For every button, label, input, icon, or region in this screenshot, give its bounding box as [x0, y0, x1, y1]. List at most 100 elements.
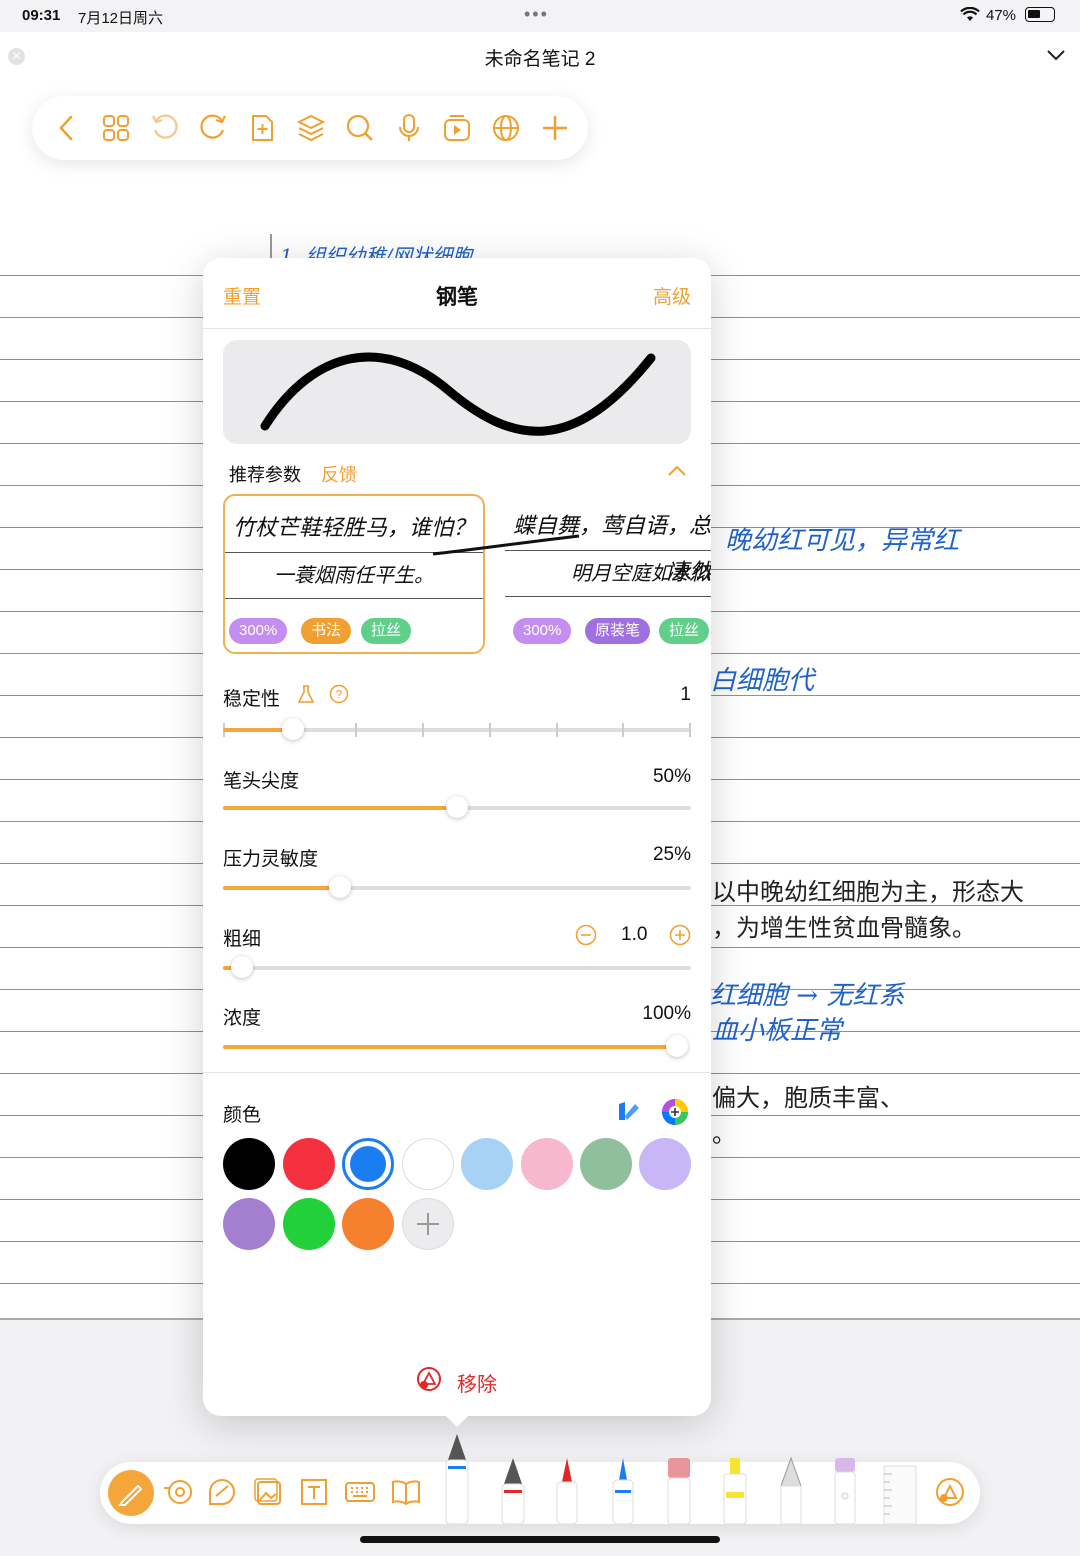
color-wheel-icon[interactable] [661, 1098, 689, 1126]
textbox-icon[interactable] [298, 1476, 330, 1508]
back-icon[interactable] [52, 113, 82, 143]
pressure-value: 25% [652, 844, 691, 865]
top-area [0, 78, 1080, 236]
slider-tick [556, 723, 558, 737]
panel-header: 重置 钢笔 高级 [203, 258, 711, 329]
plus-circle-icon[interactable] [669, 924, 691, 946]
slider-knob[interactable] [446, 796, 468, 818]
slider-tick [422, 723, 424, 737]
undo-icon[interactable] [150, 113, 180, 143]
pressure-label: 压力灵敏度 [223, 849, 319, 870]
slider-fill [223, 806, 457, 810]
color-swatch-red[interactable] [283, 1138, 335, 1190]
stroke-preview [223, 340, 691, 444]
preset-tag: 原装笔 [585, 618, 651, 644]
printed-text: 。 [712, 1121, 736, 1148]
chevron-up-icon[interactable] [667, 464, 687, 478]
slider-tick [489, 723, 491, 737]
preset-tag: 300% [229, 618, 288, 644]
ballpoint-pen-icon[interactable] [496, 1456, 530, 1524]
remove-button[interactable]: 移除 [457, 1368, 497, 1397]
slider-knob[interactable] [666, 1035, 688, 1057]
media-icon[interactable] [442, 113, 472, 143]
slider-fill [223, 1045, 677, 1049]
preset-tag: 书法 [301, 618, 352, 644]
note-toolbar [32, 96, 588, 160]
search-icon[interactable] [345, 113, 375, 143]
plus-icon [417, 1213, 439, 1235]
color-swatch-inner [350, 1146, 386, 1182]
color-swatch-white[interactable] [402, 1138, 454, 1190]
slider-knob[interactable] [230, 956, 253, 978]
advanced-button[interactable]: 高级 [653, 282, 691, 309]
fountain-pen-icon[interactable] [440, 1432, 474, 1524]
color-picker-icon[interactable] [615, 1098, 641, 1124]
handwriting-line: 血小板正常 [712, 1016, 843, 1046]
ruler-icon[interactable] [880, 1456, 920, 1524]
image-icon[interactable] [252, 1476, 284, 1508]
status-bar: 09:31 7月12日周六 ••• 47% [0, 0, 1080, 32]
printed-text: 偏大，胞质丰富、 [712, 1085, 904, 1112]
flask-icon[interactable] [297, 684, 315, 704]
pencil-icon[interactable] [776, 1456, 806, 1524]
pen-tool-button[interactable] [108, 1470, 154, 1516]
slider-tick [689, 723, 691, 737]
color-swatch-pink[interactable] [521, 1138, 573, 1190]
tip-sharpness-label: 笔头尖度 [223, 771, 300, 792]
svg-text:?: ? [336, 688, 343, 702]
pressure-slider[interactable] [223, 876, 691, 898]
printed-text: 以中晚幼红细胞为主，形态大 [712, 879, 1024, 906]
slider-knob[interactable] [282, 718, 305, 740]
keyboard-icon[interactable] [344, 1476, 376, 1508]
fine-liner-icon[interactable] [608, 1456, 638, 1524]
divider [203, 1072, 711, 1073]
tip-sharpness-slider[interactable] [223, 796, 691, 818]
opacity-slider[interactable] [223, 1035, 688, 1057]
color-swatch-purple[interactable] [223, 1198, 275, 1250]
mic-icon[interactable] [394, 113, 424, 143]
layers-icon[interactable] [296, 113, 326, 143]
remove-tool-icon[interactable] [415, 1366, 443, 1392]
battery-icon [1025, 7, 1055, 22]
minus-circle-icon[interactable] [575, 924, 597, 946]
lasso-icon[interactable] [162, 1476, 194, 1508]
pen-tool-icon [118, 1484, 143, 1506]
help-icon[interactable]: ? [329, 684, 349, 704]
globe-icon[interactable] [491, 113, 521, 143]
color-swatch-black[interactable] [223, 1138, 275, 1190]
plus-icon[interactable] [540, 113, 570, 143]
stroke-preview-curve [260, 352, 656, 436]
add-color-button[interactable] [402, 1198, 454, 1250]
handwriting-line: 白细胞代 [710, 666, 815, 696]
highlighter-icon[interactable] [720, 1456, 750, 1524]
feedback-link[interactable]: 反馈 [321, 461, 357, 487]
redo-icon[interactable] [198, 113, 228, 143]
grid-icon[interactable] [101, 113, 131, 143]
color-swatch-light-blue[interactable] [461, 1138, 513, 1190]
panel-title: 钢笔 [436, 286, 478, 309]
eraser-icon[interactable] [664, 1456, 694, 1524]
stability-value: 1 [680, 684, 691, 705]
color-swatch-sage[interactable] [580, 1138, 632, 1190]
eraser-small-icon[interactable] [830, 1456, 860, 1524]
panel-pointer [444, 1414, 470, 1427]
slider-knob[interactable] [329, 876, 351, 898]
multitask-dots-icon[interactable]: ••• [524, 4, 549, 25]
note-title[interactable]: 未命名笔记 2 [0, 44, 1080, 71]
slider-tick [355, 723, 357, 737]
color-swatch-blue-selected[interactable] [342, 1138, 394, 1190]
chevron-down-icon[interactable] [1046, 42, 1066, 68]
shape-icon[interactable] [934, 1476, 966, 1508]
book-icon[interactable] [390, 1476, 422, 1508]
marker-icon[interactable] [552, 1456, 582, 1524]
stability-label: 稳定性 [223, 689, 281, 710]
thickness-slider[interactable] [223, 956, 691, 978]
color-swatch-green[interactable] [283, 1198, 335, 1250]
stability-slider[interactable] [223, 718, 691, 740]
title-bar: ✕ 未命名笔记 2 [0, 32, 1080, 78]
handwriting-line: 晚幼红可见，异常红 [725, 526, 960, 556]
color-swatch-lavender[interactable] [639, 1138, 691, 1190]
add-page-icon[interactable] [247, 113, 277, 143]
sticker-icon[interactable] [206, 1476, 238, 1508]
color-swatch-orange[interactable] [342, 1198, 394, 1250]
